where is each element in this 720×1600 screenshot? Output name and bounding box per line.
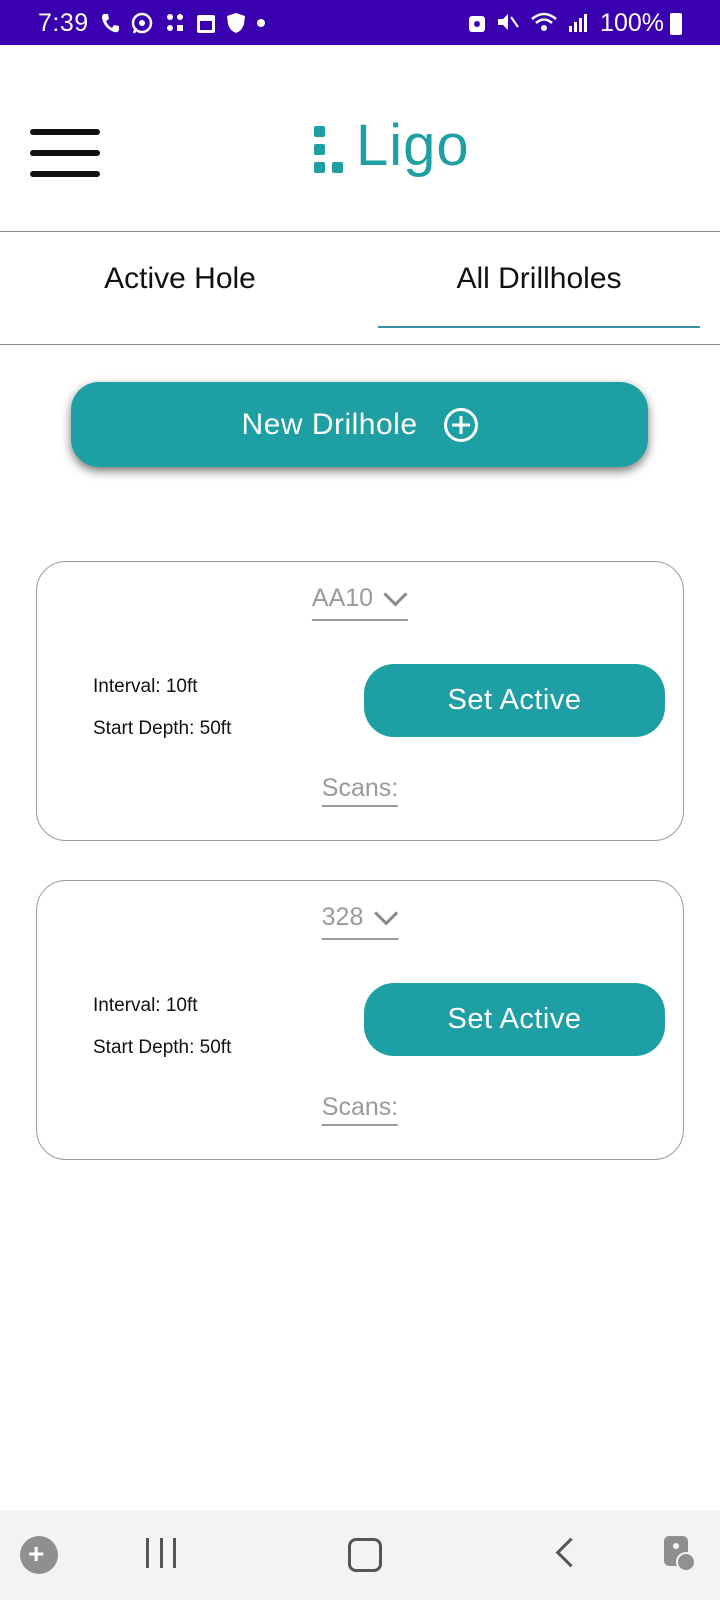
drillhole-card: 328 Interval: 10ft Start Depth: 50ft Set… <box>36 880 684 1160</box>
recent-apps-icon[interactable] <box>146 1538 176 1570</box>
drillhole-info: Interval: 10ft Start Depth: 50ft <box>93 985 231 1069</box>
logo-dots-icon <box>312 118 352 174</box>
game-tools-icon[interactable] <box>20 1536 58 1574</box>
notification-icons <box>100 11 266 35</box>
signal-icon <box>568 11 590 33</box>
app-icon <box>164 12 186 34</box>
app-header: Ligo <box>0 45 720 232</box>
system-icons <box>468 11 590 33</box>
add-circle-icon <box>443 407 478 442</box>
drillhole-select[interactable]: AA10 <box>311 582 409 621</box>
new-drillhole-button[interactable]: New Drilhole <box>71 382 648 467</box>
whatsapp-icon <box>130 11 154 35</box>
set-active-button[interactable]: Set Active <box>364 983 665 1056</box>
drillhole-card: AA10 Interval: 10ft Start Depth: 50ft Se… <box>36 561 684 841</box>
vpn-icon <box>468 11 486 33</box>
drillhole-info: Interval: 10ft Start Depth: 50ft <box>93 666 231 750</box>
mute-icon <box>496 11 520 33</box>
interval-text: Interval: 10ft <box>93 676 198 697</box>
phone-icon <box>100 12 120 34</box>
start-depth-text: Start Depth: 50ft <box>93 718 232 739</box>
scans-link[interactable]: Scans: <box>321 774 399 807</box>
drillhole-select[interactable]: 328 <box>321 901 399 940</box>
calendar-icon <box>196 12 216 34</box>
new-drillhole-label: New Drilhole <box>241 407 418 441</box>
battery-icon <box>670 13 682 35</box>
navigation-bar <box>0 1510 720 1600</box>
set-active-button[interactable]: Set Active <box>364 664 665 737</box>
home-icon[interactable] <box>348 1538 382 1572</box>
chevron-down-icon <box>383 582 408 607</box>
chevron-down-icon <box>373 901 398 926</box>
drillhole-name: AA10 <box>311 584 374 612</box>
battery-percent: 100% <box>600 9 664 37</box>
wifi-icon <box>530 11 558 33</box>
logo-text: Ligo <box>356 113 470 178</box>
dot-icon <box>256 12 266 34</box>
scans-link[interactable]: Scans: <box>321 1093 399 1126</box>
start-depth-text: Start Depth: 50ft <box>93 1037 232 1058</box>
tab-active-hole[interactable]: Active Hole <box>20 232 340 326</box>
app-logo: Ligo <box>312 117 470 175</box>
drillhole-name: 328 <box>321 903 364 931</box>
interval-text: Interval: 10ft <box>93 995 198 1016</box>
menu-icon[interactable] <box>30 129 100 179</box>
status-bar: 7:39 100% <box>0 0 720 45</box>
status-time: 7:39 <box>38 9 89 37</box>
shield-icon <box>226 12 246 34</box>
tab-all-drillholes[interactable]: All Drillholes <box>378 232 700 328</box>
tab-bar: Active Hole All Drillholes <box>0 232 720 345</box>
back-icon[interactable] <box>555 1537 586 1568</box>
accessibility-icon[interactable] <box>660 1534 698 1572</box>
